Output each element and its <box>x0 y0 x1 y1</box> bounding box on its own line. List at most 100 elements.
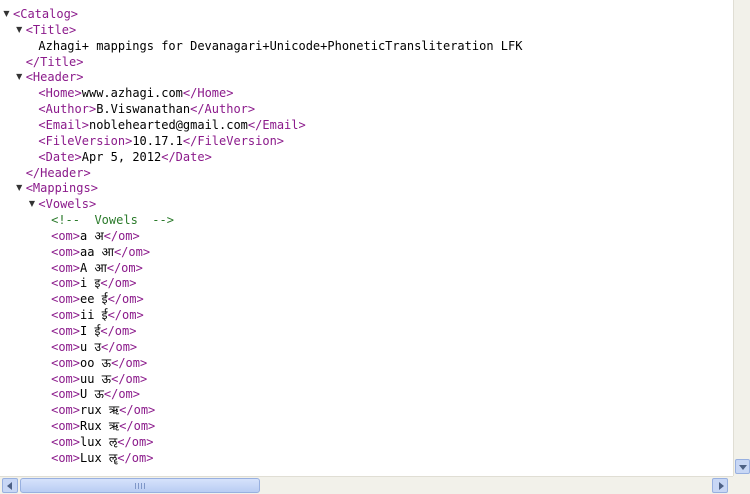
xml-line: <Home>www.azhagi.com</Home> <box>38 85 233 101</box>
xml-tag: </om> <box>117 450 154 465</box>
xml-text: i इ <box>80 276 101 291</box>
xml-line: <Title> <box>26 22 77 38</box>
xml-text: 10.17.1 <box>132 133 183 148</box>
xml-tag: <Vowels> <box>38 197 97 212</box>
xml-tag: </om> <box>103 228 140 243</box>
xml-tag: </om> <box>111 371 148 386</box>
xml-tag: <Author> <box>38 102 97 117</box>
xml-tag: </om> <box>111 355 148 370</box>
scroll-left-button[interactable] <box>2 478 18 493</box>
xml-tag: </om> <box>103 387 140 402</box>
xml-text: Azhagi+ mappings for Devanagari+Unicode+… <box>38 38 523 53</box>
xml-line: <Catalog> <box>13 6 78 22</box>
xml-tag: <om> <box>51 292 80 307</box>
xml-text: I ई <box>80 324 101 338</box>
xml-line: <om>a अ</om> <box>51 228 140 244</box>
xml-text: Apr 5, 2012 <box>81 149 162 164</box>
xml-tag: </om> <box>117 434 154 449</box>
xml-line: <om>U ऊ</om> <box>51 386 140 402</box>
xml-text: uu ऊ <box>80 371 112 386</box>
xml-tag: <om> <box>51 355 80 370</box>
xml-tag: <om> <box>51 260 80 275</box>
xml-text: ii ई <box>80 308 108 323</box>
xml-tag: </Email> <box>247 117 306 132</box>
xml-tag: <om> <box>51 324 80 338</box>
xml-tag: <Title> <box>25 22 77 37</box>
collapse-toggle-icon[interactable]: ▼ <box>27 196 36 212</box>
xml-viewer: ▼ <Catalog> ▼ <Title> Azhagi+ mappings for D… <box>0 0 733 476</box>
xml-text: ee ई <box>80 292 108 307</box>
xml-tag: </om> <box>100 324 137 338</box>
xml-line: <om>aa आ</om> <box>51 244 150 260</box>
xml-tag: </om> <box>113 244 151 259</box>
collapse-toggle-icon[interactable]: ▼ <box>15 180 24 196</box>
xml-tag: <om> <box>51 228 80 243</box>
xml-text: www.azhagi.com <box>81 86 183 101</box>
xml-tag: <Header> <box>25 70 84 85</box>
xml-text: noblehearted@gmail.com <box>88 117 248 132</box>
xml-line: <om>A आ</om> <box>51 260 143 276</box>
xml-tag: <om> <box>51 450 80 465</box>
xml-text: lux ऌ <box>80 434 118 449</box>
xml-line: <om>ee ई</om> <box>51 291 144 307</box>
xml-text: rux ऋ <box>80 403 120 418</box>
xml-tag: </om> <box>107 308 144 323</box>
xml-tag: </Date> <box>161 149 212 164</box>
horizontal-scroll-thumb[interactable] <box>20 478 260 493</box>
xml-tag: <Mappings> <box>25 181 98 196</box>
xml-tag: <FileVersion> <box>38 133 133 148</box>
xml-line: <om>Lux ॡ</om> <box>51 450 153 466</box>
xml-tag: <om> <box>51 403 80 418</box>
xml-line: <om>rux ऋ</om> <box>51 402 155 418</box>
xml-line: <Date>Apr 5, 2012</Date> <box>38 149 211 165</box>
xml-text: u उ <box>80 339 102 354</box>
xml-comment-line: <!-- Vowels --> <box>51 212 174 228</box>
xml-tag: <om> <box>51 371 80 386</box>
xml-line: </Title> <box>26 54 84 70</box>
xml-tag: </om> <box>101 339 138 354</box>
xml-line: <Author>B.Viswanathan</Author> <box>38 101 255 117</box>
xml-tag: </om> <box>119 403 156 418</box>
xml-line: Azhagi+ mappings for Devanagari+Unicode+… <box>38 38 522 54</box>
xml-tag: <Catalog> <box>13 7 79 21</box>
xml-line: <om>uu ऊ</om> <box>51 371 147 387</box>
xml-line: <om>u उ</om> <box>51 339 137 355</box>
xml-line: <om>ii ई</om> <box>51 307 144 323</box>
xml-line: <Header> <box>26 69 84 85</box>
xml-comment: <!-- Vowels --> <box>51 213 174 228</box>
xml-line: <Mappings> <box>26 180 98 196</box>
xml-text: A आ <box>80 260 107 275</box>
xml-text: oo ऊ <box>80 355 112 370</box>
vertical-scrollbar[interactable] <box>733 0 750 476</box>
horizontal-scrollbar[interactable] <box>0 476 733 494</box>
xml-line: <om>I ई</om> <box>51 323 136 339</box>
xml-line: <om>i इ</om> <box>51 275 136 291</box>
xml-tag: <om> <box>51 339 80 354</box>
xml-line: <Email>noblehearted@gmail.com</Email> <box>38 117 305 133</box>
collapse-toggle-icon[interactable]: ▼ <box>15 22 24 38</box>
xml-tag: </om> <box>100 276 137 291</box>
xml-tag: </FileVersion> <box>182 133 285 148</box>
collapse-toggle-icon[interactable]: ▼ <box>15 69 24 85</box>
xml-tag: <om> <box>51 244 80 259</box>
xml-tag: <Date> <box>38 149 82 164</box>
xml-text: B.Viswanathan <box>96 102 191 117</box>
xml-line: </Header> <box>26 165 91 181</box>
xml-tag: </Author> <box>190 102 256 117</box>
xml-tag: </om> <box>106 260 143 275</box>
xml-text: Rux ऋ <box>80 419 120 434</box>
xml-tag: </om> <box>119 419 156 434</box>
scroll-right-button[interactable] <box>712 478 728 493</box>
scroll-down-button[interactable] <box>735 459 750 474</box>
grip-icon <box>135 483 147 489</box>
xml-tag: </Title> <box>25 54 84 69</box>
xml-tag: <om> <box>51 276 80 291</box>
xml-text: U ऊ <box>80 387 104 402</box>
xml-tag: </Header> <box>25 165 91 180</box>
xml-tag: </Home> <box>182 86 234 101</box>
scrollbar-corner <box>733 476 750 494</box>
xml-line: <FileVersion>10.17.1</FileVersion> <box>38 133 284 149</box>
xml-line: <om>Rux ऋ</om> <box>51 418 155 434</box>
collapse-toggle-icon[interactable]: ▼ <box>2 6 11 22</box>
xml-tag: <om> <box>51 434 80 449</box>
